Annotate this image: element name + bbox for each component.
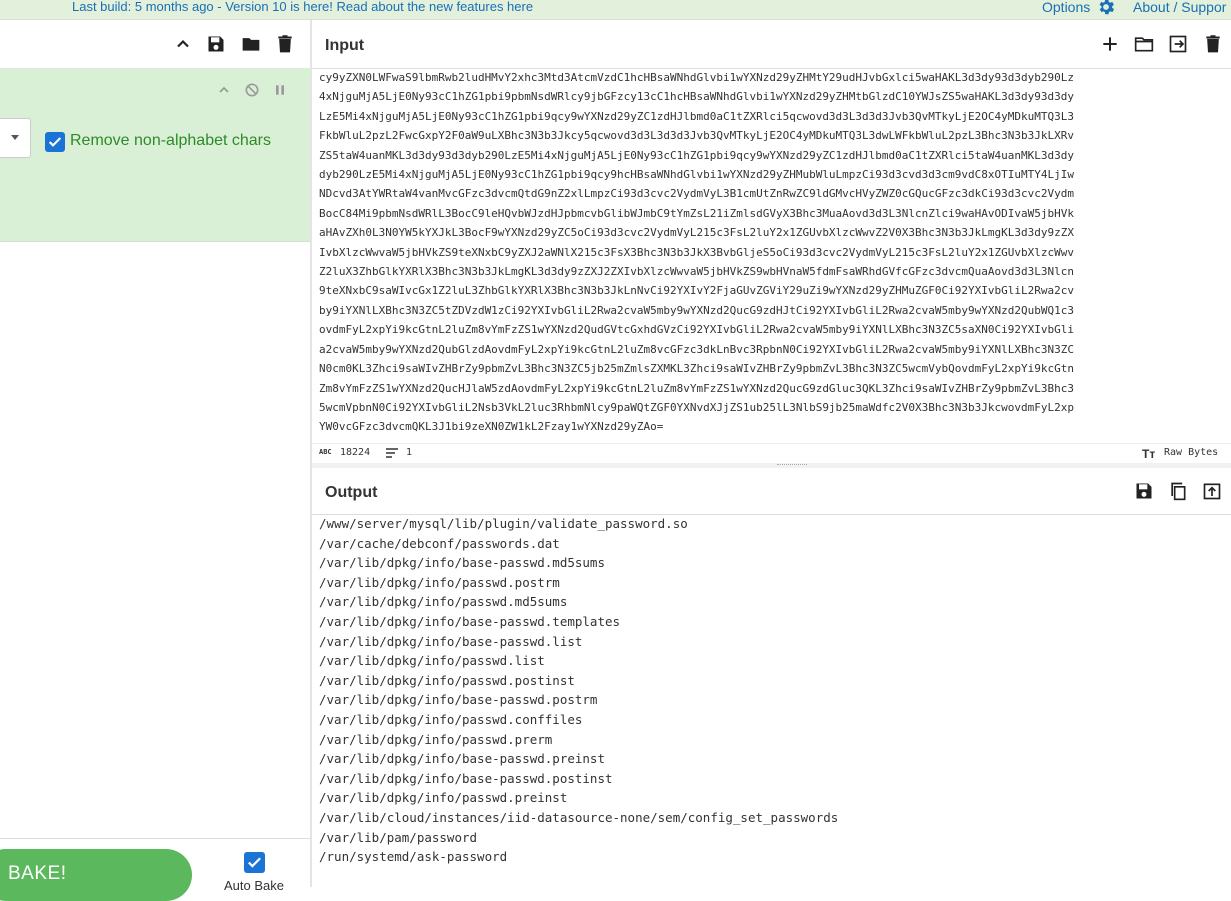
output-line: /var/lib/dpkg/info/passwd.preinst [319,790,568,806]
input-line: Z2luX3ZhbGlkYXRlX3Bhc3N3b3JkLmgKL3d3dy9z… [319,265,1074,279]
input-line: N0cm0KL3Zhci9saWIvZHBrZy9pbmZvL3Bhc3N3ZC… [319,362,1074,376]
replace-input-icon[interactable] [1201,480,1223,502]
about-support-link[interactable]: About / Suppor [1133,0,1226,15]
input-line: IvbXlzcWwvaW5jbHVkZS9teXNxbC9yZXJ2aWNlX2… [319,245,1074,259]
input-line: ovdmFyL2xpYi9kcGtnL2luZm8vYmFzZS1wYXNzd2… [319,323,1074,337]
caret-down-icon [11,135,19,140]
save-output-icon[interactable] [1133,480,1155,502]
input-line: 5wcmVpbnN0Ci92YXIvbGliL2Nsb3VkL2luc3Rhbm… [319,400,1074,414]
input-line: LzE5Mi4xNjguMjA5LjE0Ny93cC1hZG1pbi9qcy9w… [319,109,1074,123]
output-line: /var/lib/pam/password [319,829,478,845]
input-line: ZS5taW4uanMKL3d3dy93d3dyb290LzE5Mi4xNjgu… [319,148,1074,162]
remove-non-alphabet-checkbox[interactable] [45,132,65,152]
output-line: /var/lib/dpkg/info/base-passwd.templates [319,613,621,629]
options-link[interactable]: Options [1042,0,1090,15]
output-line: /var/lib/dpkg/info/passwd.prerm [319,731,553,747]
input-line: aHAvZXh0L3N0YW5kYXJkL3BocF9wYXNzd29yZC5o… [319,226,1074,240]
output-textarea[interactable]: /www/server/mysql/lib/plugin/validate_pa… [312,514,1231,887]
output-line: /run/systemd/ask-password [319,849,508,865]
output-line: /var/lib/dpkg/info/passwd.md5sums [319,594,568,610]
input-line: FkbWluL2pzL2FwcGxpY2F0aW9uLXBhc3N3b3Jkcy… [319,129,1074,143]
input-line: cy9yZXN0LWFwaS9lbmRwb2ludHMvY2xhc3Mtd3At… [319,71,1074,84]
remove-non-alphabet-label: Remove non-alphabet chars [70,132,272,149]
output-line: /var/lib/dpkg/info/passwd.conffiles [319,711,583,727]
input-line: NDcvd3AtYWRtaW4vanMvcGFzc3dvcmQtdG9nZ2xl… [319,187,1074,201]
open-folder-icon[interactable] [1133,33,1155,55]
input-line: 9teXNxbC9saWIvcGx1Z2luL3ZhbGlkYXRlX3Bhc3… [319,284,1074,298]
input-status-bar: ABC 18224 1 Tт Raw Bytes [312,443,1231,464]
text-encoding-icon[interactable]: Tт [1142,447,1155,461]
output-line: /var/lib/dpkg/info/passwd.postrm [319,574,560,590]
input-line: BocC84Mi9pbmNsdWRlL3BocC9leHQvbWJzdHJpbm… [319,206,1074,220]
disable-icon[interactable] [244,82,260,98]
input-title: Input [325,37,365,54]
bake-button[interactable]: BAKE! [0,849,192,901]
length-icon: ABC [319,448,332,456]
recipe-header [0,20,310,69]
output-line: /var/lib/dpkg/info/base-passwd.list [319,633,583,649]
output-line: /var/lib/dpkg/info/base-passwd.md5sums [319,555,605,571]
trash-icon[interactable] [274,33,296,55]
output-line: /var/cache/debconf/passwords.dat [319,535,560,551]
input-line: by9iYXNlLXBhc3N3ZC5tZDVzdW1zCi92YXIvbGli… [319,303,1074,317]
input-length: 18224 [340,447,371,458]
output-line: /var/lib/dpkg/info/passwd.postinst [319,672,575,688]
add-tab-icon[interactable] [1099,33,1121,55]
chevron-up-icon[interactable] [216,82,232,98]
pause-icon[interactable] [272,82,288,98]
output-header: Output [312,468,1231,515]
recipe-operation-card: Remove non-alphabet chars [0,68,310,242]
collapse-chevron-icon[interactable] [172,33,194,55]
input-line: a2cvaW5mby9wYXNzd2QubGlzdAovdmFyL2xpYi9k… [319,342,1074,356]
folder-icon[interactable] [240,33,262,55]
output-line: /var/lib/dpkg/info/base-passwd.postrm [319,692,598,708]
input-line-count: 1 [406,447,413,458]
output-line: /var/lib/dpkg/info/base-passwd.postinst [319,770,613,786]
output-title: Output [325,484,378,501]
input-line: Zm8vYmFzZS1wYXNzd2QucHJlaW5zdAovdmFyL2xp… [319,381,1074,395]
input-line: dyb290LzE5Mi4xNjguMjA5LjE0Ny93cC1hZG1pbi… [319,168,1074,182]
lines-icon [386,448,398,458]
auto-bake-checkbox[interactable] [244,852,265,873]
recipe-controls: BAKE! Auto Bake [0,838,310,901]
output-line: /var/lib/dpkg/info/passwd.list [319,653,545,669]
input-line: YW0vcGFzc3dvcmQKL3J1bi9zeXN0ZW1kL2Fzay1w… [319,420,664,434]
top-banner: Last build: 5 months ago - Version 10 is… [0,0,1231,20]
build-info-link[interactable]: Last build: 5 months ago - Version 10 is… [72,0,533,14]
clear-input-icon[interactable] [1202,33,1224,55]
output-line: /var/lib/dpkg/info/base-passwd.preinst [319,751,605,767]
gear-icon[interactable] [1096,0,1116,17]
output-line: /www/server/mysql/lib/plugin/validate_pa… [319,516,688,531]
input-line: 4xNjguMjA5LjE0Ny93cC1hZG1pbi9pbmNsdWRlcy… [319,90,1074,104]
encoding-label[interactable]: Raw Bytes [1164,447,1218,458]
input-textarea[interactable]: cy9yZXN0LWFwaS9lbmRwb2ludHMvY2xhc3Mtd3At… [312,68,1231,440]
output-line: /var/lib/cloud/instances/iid-datasource-… [319,809,839,825]
input-header: Input [312,20,1231,69]
copy-icon[interactable] [1167,480,1189,502]
bake-label: BAKE! [8,863,67,884]
auto-bake-label: Auto Bake [224,878,284,893]
save-icon[interactable] [205,33,227,55]
operation-dropdown[interactable] [0,118,31,158]
open-file-icon[interactable] [1167,33,1189,55]
